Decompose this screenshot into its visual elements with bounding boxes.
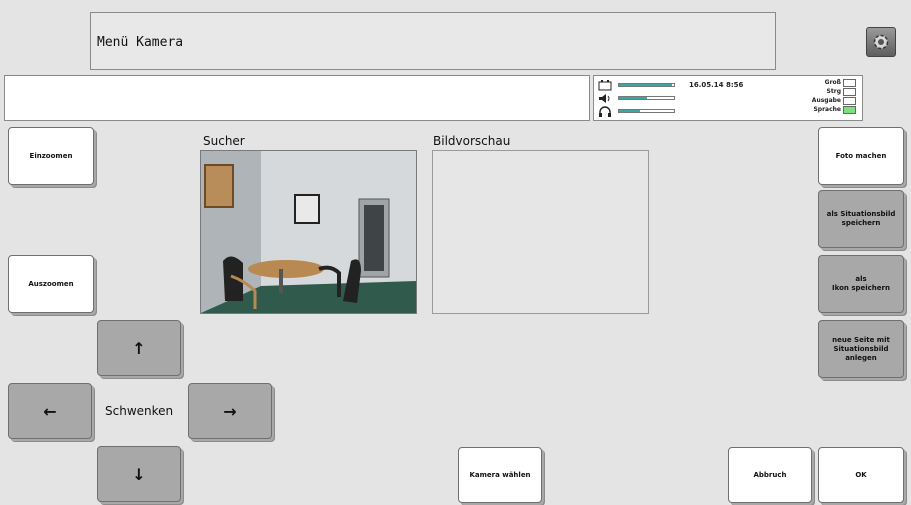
pan-up-button[interactable]: ↑	[97, 320, 181, 376]
pan-label: Schwenken	[105, 404, 174, 418]
headphones-icon	[598, 106, 612, 118]
flag-gross-label: Groß	[824, 79, 841, 86]
save-situation-label-line1: als Situationsbild	[826, 210, 896, 218]
preview-label: Bildvorschau	[433, 134, 511, 148]
arrow-up-icon: ↑	[132, 338, 146, 358]
save-icon-label-line2: Ikon speichern	[832, 284, 890, 292]
cancel-button[interactable]: Abbruch	[728, 447, 812, 503]
status-panel: 16.05.14 8:56 Groß Strg Ausgabe Sprache	[593, 75, 863, 121]
zoom-out-label: Auszoomen	[28, 279, 74, 288]
ok-label: OK	[855, 470, 867, 479]
settings-button[interactable]	[866, 27, 896, 57]
arrow-right-icon: →	[223, 401, 237, 421]
flag-gross: Groß	[825, 78, 856, 87]
new-page-label-line1: neue Seite mit	[832, 335, 890, 344]
arrow-left-icon: ←	[43, 401, 57, 421]
pan-left-button[interactable]: ←	[8, 383, 92, 439]
take-photo-label: Foto machen	[835, 151, 887, 160]
ok-button[interactable]: OK	[818, 447, 904, 503]
pan-down-button[interactable]: ↓	[97, 446, 181, 502]
datetime-display: 16.05.14 8:56	[689, 81, 744, 89]
choose-camera-button[interactable]: Kamera wählen	[458, 447, 542, 503]
flag-strg: Strg	[827, 87, 856, 96]
new-page-button[interactable]: neue Seite mit Situationsbild anlegen	[818, 320, 904, 378]
battery-icon	[598, 80, 612, 92]
page-title: Menü Kamera	[90, 12, 776, 70]
pan-right-button[interactable]: →	[188, 383, 272, 439]
zoom-out-button[interactable]: Auszoomen	[8, 255, 94, 313]
headphone-meter	[618, 109, 675, 113]
flag-ausgabe-label: Ausgabe	[811, 97, 841, 104]
page-title-text: Menü Kamera	[97, 35, 184, 50]
zoom-in-button[interactable]: Einzoomen	[8, 127, 94, 185]
save-icon-label-line1: als	[855, 275, 867, 283]
arrow-down-icon: ↓	[132, 464, 146, 484]
headphone-meter-fill	[619, 110, 640, 112]
text-input-line[interactable]	[4, 75, 590, 121]
flag-strg-indicator	[843, 87, 856, 96]
speaker-icon	[598, 93, 612, 105]
camera-live-image	[201, 151, 416, 313]
camera-viewfinder	[200, 150, 417, 314]
zoom-in-label: Einzoomen	[29, 151, 73, 160]
take-photo-button[interactable]: Foto machen	[818, 127, 904, 185]
flag-ausgabe: Ausgabe	[812, 96, 856, 105]
new-page-label-line3: anlegen	[845, 353, 877, 362]
flag-sprache-indicator	[843, 105, 856, 114]
save-situation-label-line2: speichern	[841, 219, 881, 227]
flag-strg-label: Strg	[826, 88, 841, 95]
flag-sprache-label: Sprache	[813, 106, 841, 113]
cancel-label: Abbruch	[753, 470, 787, 479]
image-preview	[432, 150, 649, 314]
choose-camera-label: Kamera wählen	[469, 470, 531, 479]
gear-icon	[873, 34, 889, 50]
save-icon-button[interactable]: als Ikon speichern	[818, 255, 904, 313]
new-page-label-line2: Situationsbild	[833, 344, 889, 353]
flag-gross-indicator	[843, 78, 856, 87]
battery-meter	[618, 83, 675, 87]
volume-meter	[618, 96, 675, 100]
volume-meter-fill	[619, 97, 647, 99]
save-situation-image-button[interactable]: als Situationsbild speichern	[818, 190, 904, 248]
viewer-label: Sucher	[203, 134, 245, 148]
flag-sprache: Sprache	[813, 105, 856, 114]
flag-ausgabe-indicator	[843, 96, 856, 105]
battery-meter-fill	[619, 84, 673, 86]
